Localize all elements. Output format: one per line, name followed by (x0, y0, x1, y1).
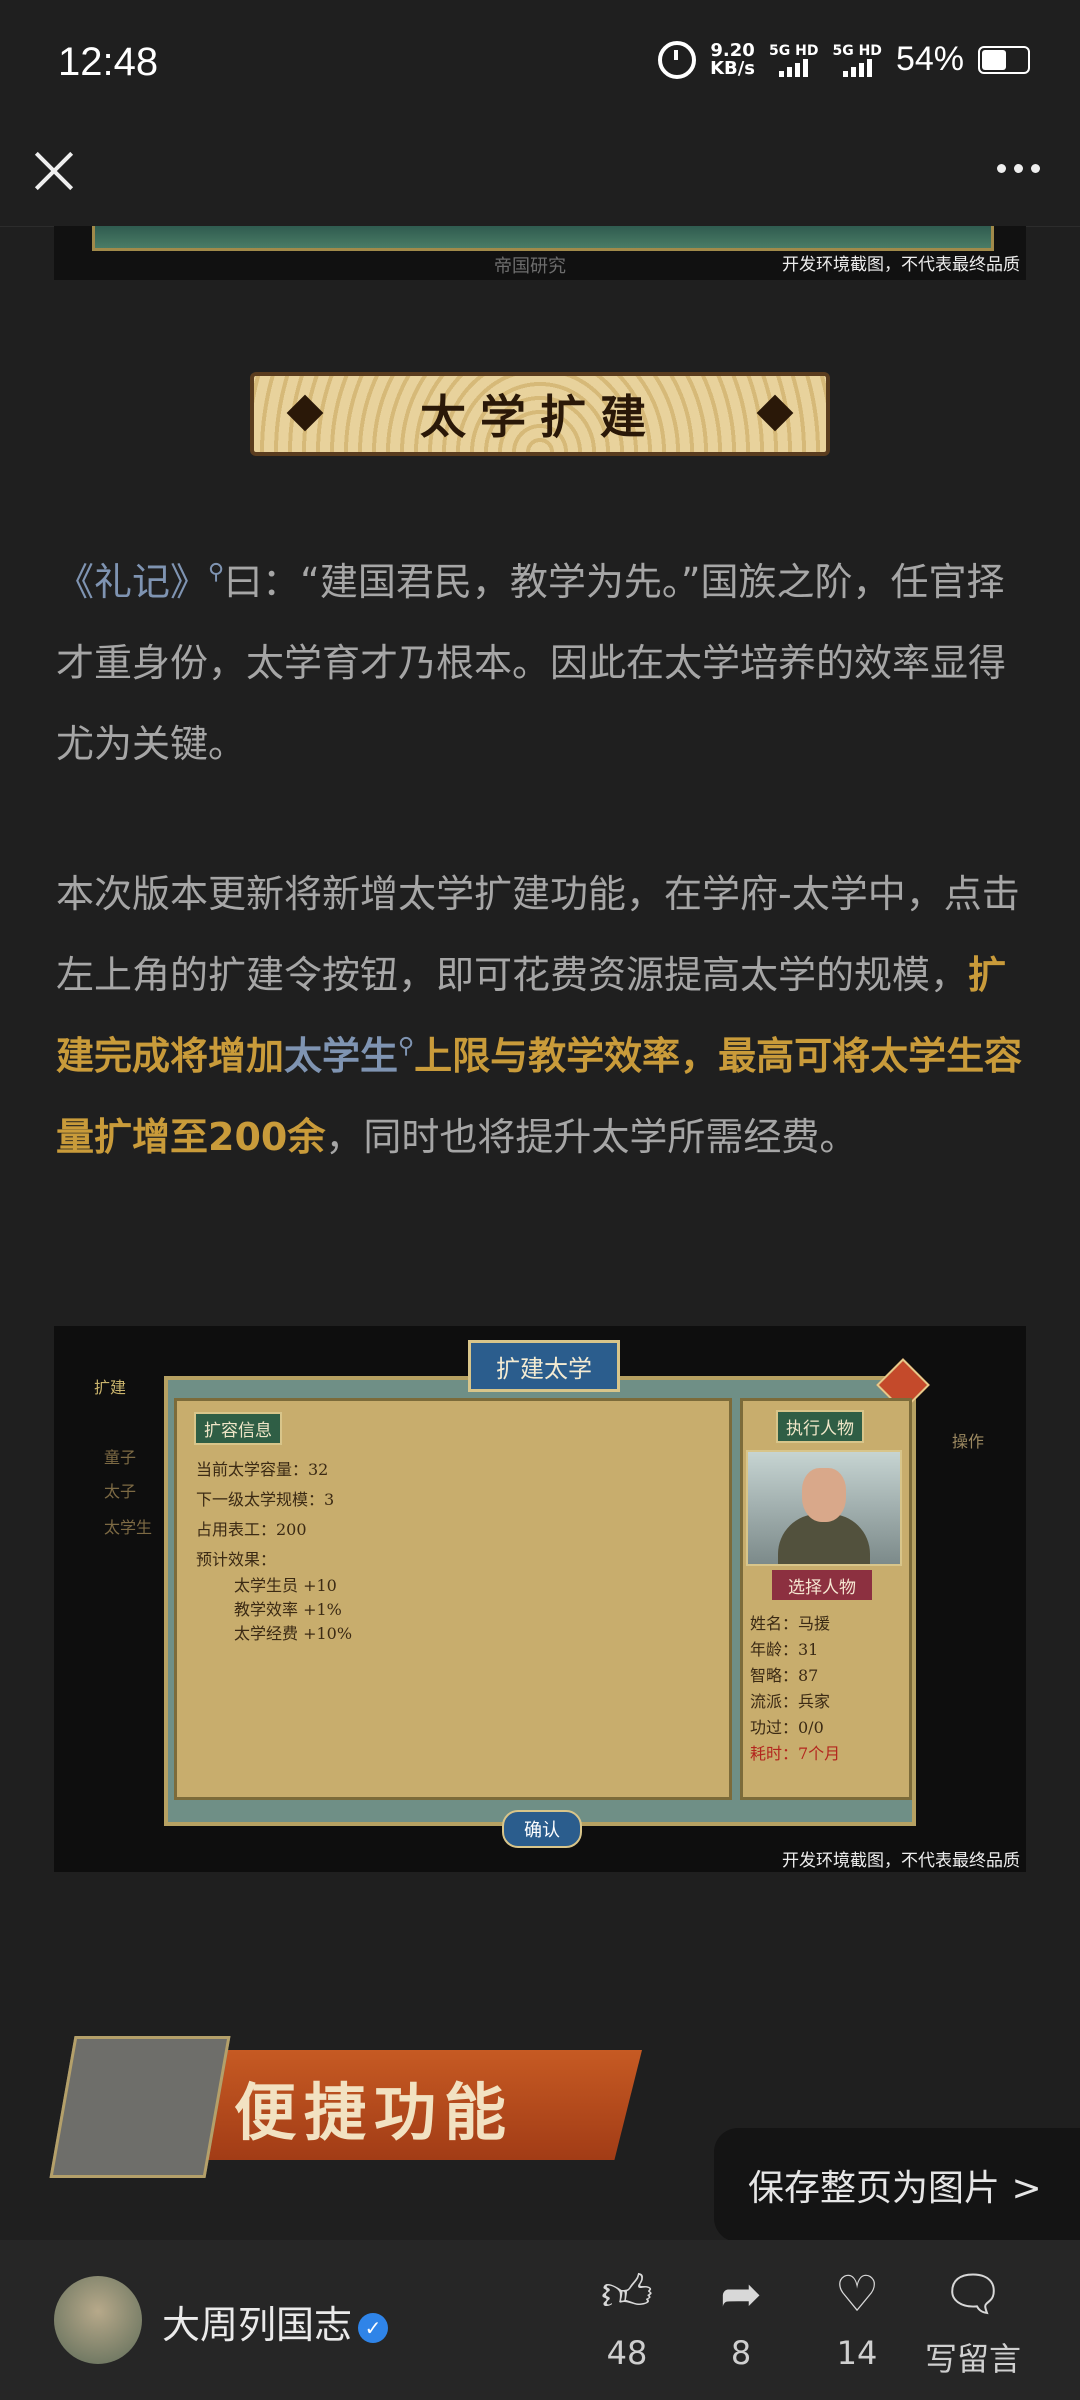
clock: 12:48 (58, 40, 159, 84)
network-speed: 9.20 KB/s (710, 39, 756, 79)
more-icon[interactable] (997, 164, 1040, 173)
save-page-as-image-button[interactable]: 保存整页为图片 > (714, 2128, 1080, 2242)
thumbs-up-icon: 👍︎ (600, 2264, 654, 2322)
avatar[interactable] (54, 2276, 142, 2364)
section-title: 太学扩建 (420, 390, 660, 444)
image-caption: 开发环境截图，不代表最终品质 (782, 255, 1020, 275)
share-icon: ➦ (720, 2265, 762, 2323)
section2-title: 便捷功能 (234, 2076, 515, 2149)
account-name[interactable]: 大周列国志 ✓ (162, 2294, 389, 2349)
close-icon[interactable] (30, 146, 78, 194)
status-bar: 12:48 9.20 KB/s 5G HD 5G HD 54% (0, 0, 1080, 130)
section-banner: 太学扩建 (250, 372, 830, 456)
confirm-button[interactable]: 确认 (502, 1810, 582, 1848)
favorite-button[interactable]: ♡ 14 (802, 2262, 912, 2372)
book-link[interactable]: 《礼记》 (56, 560, 208, 604)
game-screenshot[interactable]: 扩建 童子 太子 太学生 操作 扩建太学 扩容信息 当前太学容量：32 下一级太… (54, 1326, 1026, 1872)
image-tab-text: 帝国研究 (494, 256, 566, 277)
like-count: 48 (606, 2334, 648, 2372)
comment-icon: 🗨︎ (941, 2264, 1005, 2323)
heart-icon: ♡ (834, 2265, 880, 2323)
diamond-icon (756, 394, 794, 432)
search-icon[interactable]: ⚲ (398, 1034, 414, 1059)
battery-percent: 54% (895, 40, 964, 78)
info-tag: 扩容信息 (194, 1412, 282, 1445)
battery-icon (978, 45, 1030, 74)
paragraph-1: 《礼记》⚲曰：“建国君民，教学为先。”国族之阶，任官择才重身份，太学育才乃根本。… (56, 560, 1007, 766)
scroll-icon (49, 2036, 231, 2178)
share-count: 8 (730, 2334, 752, 2372)
signal-sim2-icon: 5G HD (832, 43, 882, 77)
bottom-bar: 大周列国志 ✓ 👍︎ 48 ➦ 8 ♡ 14 🗨︎ 写留言 (0, 2240, 1080, 2400)
comment-label: 写留言 (924, 2340, 1021, 2378)
share-button[interactable]: ➦ 8 (686, 2262, 796, 2372)
image-caption: 开发环境截图，不代表最终品质 (782, 1851, 1020, 1871)
alarm-icon (658, 40, 697, 79)
diamond-icon (286, 394, 324, 432)
like-button[interactable]: 👍︎ 48 (572, 2262, 682, 2372)
search-icon[interactable]: ⚲ (208, 560, 224, 585)
dialog-title: 扩建太学 (468, 1340, 620, 1392)
favorite-count: 14 (836, 2334, 878, 2372)
select-person-button[interactable]: 选择人物 (772, 1570, 872, 1600)
comment-button[interactable]: 🗨︎ 写留言 (918, 2262, 1028, 2380)
character-portrait[interactable] (746, 1450, 902, 1566)
article-image-top[interactable]: 帝国研究 开发环境截图，不代表最终品质 (54, 226, 1026, 280)
verified-icon: ✓ (358, 2312, 389, 2343)
paragraph-2: 本次版本更新将新增太学扩建功能，在学府-太学中，点击左上角的扩建令按钮，即可花费… (56, 872, 1023, 1159)
article-top-bar (0, 130, 1080, 227)
section2-banner: 便捷功能 (49, 2036, 642, 2178)
exec-tag: 执行人物 (776, 1410, 864, 1443)
student-link[interactable]: 太学生 (284, 1034, 398, 1078)
signal-sim1-icon: 5G HD (769, 43, 818, 77)
